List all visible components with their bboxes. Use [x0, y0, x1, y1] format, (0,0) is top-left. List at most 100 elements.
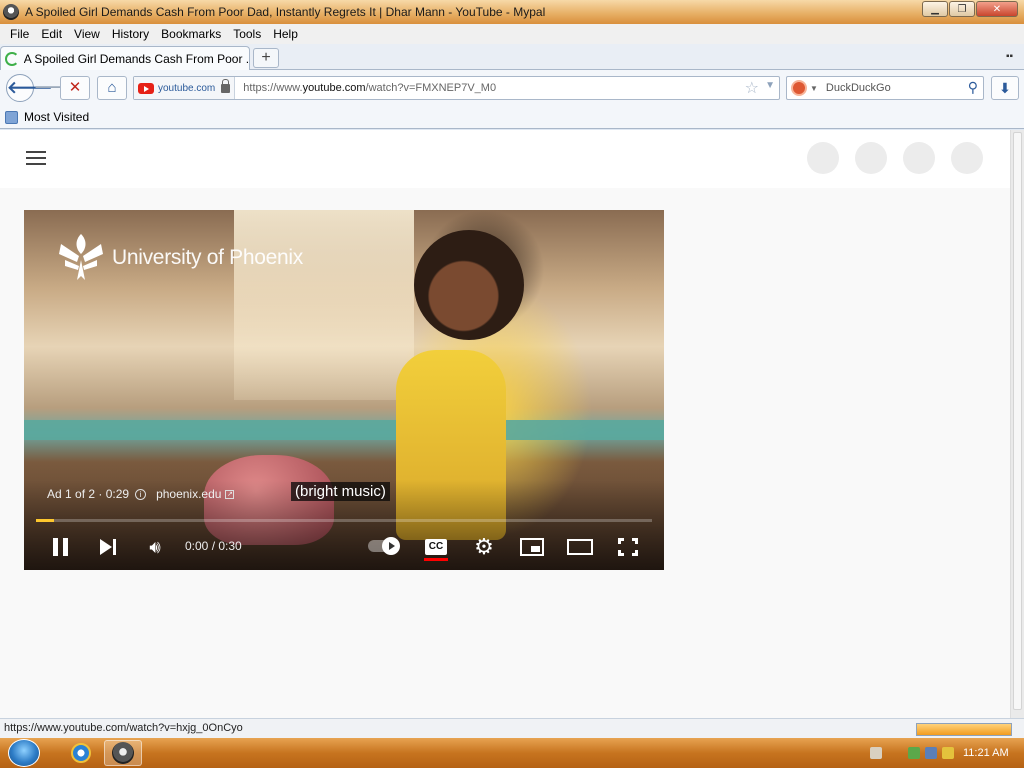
subtitles-button[interactable]: CC [422, 533, 450, 561]
volume-tray-icon[interactable] [942, 747, 954, 759]
duckduckgo-icon[interactable] [791, 80, 807, 96]
url-dropdown-icon[interactable]: ▼ [765, 80, 775, 91]
caption-text: (bright music) [291, 482, 390, 501]
maximize-button[interactable]: ❐ [949, 1, 975, 17]
cc-icon: CC [425, 539, 447, 555]
url-prefix: https://www. [243, 82, 303, 94]
miniplayer-button[interactable] [518, 533, 546, 561]
minimize-button[interactable]: ▁ [922, 1, 948, 17]
scrollbar-thumb[interactable] [1013, 132, 1022, 710]
header-placeholder-4 [951, 142, 983, 174]
video-scene-counter [24, 420, 664, 440]
taskbar-ie[interactable] [62, 740, 100, 766]
network-tray-icon[interactable] [925, 747, 937, 759]
internet-explorer-icon [71, 743, 91, 763]
next-button[interactable] [94, 533, 122, 561]
video-player[interactable]: University of Phoenix Ad 1 of 2 · 0:29 i… [24, 210, 664, 570]
header-placeholder-1 [807, 142, 839, 174]
back-button[interactable]: 🡐 [6, 74, 53, 102]
status-url: https://www.youtube.com/watch?v=hxjg_0On… [4, 722, 243, 734]
search-engine-dropdown-icon[interactable]: ▼ [810, 84, 818, 93]
menu-bookmarks[interactable]: Bookmarks [155, 27, 227, 41]
miniplayer-icon [520, 538, 544, 556]
ad-info: Ad 1 of 2 · 0:29 i phoenix.edu ↗ [47, 487, 235, 501]
time-display: 0:00 / 0:30 [185, 539, 242, 553]
new-tab-button[interactable]: + [253, 48, 279, 68]
progress-bar[interactable] [36, 519, 652, 522]
youtube-header [0, 130, 1010, 188]
next-icon [100, 539, 116, 555]
menu-history[interactable]: History [106, 27, 155, 41]
header-placeholder-2 [855, 142, 887, 174]
window-controls: ▁ ❐ ✕ [922, 1, 1018, 17]
tab-strip: A Spoiled Girl Demands Cash From Poor ..… [0, 44, 1024, 70]
fullscreen-button[interactable] [614, 533, 642, 561]
page-load-progress [916, 723, 1012, 736]
site-identity[interactable]: youtube.com [134, 77, 236, 99]
video-scene-girl-head [414, 230, 524, 340]
url-path: /watch?v=FMXNEP7V_M0 [365, 82, 497, 94]
menu-view[interactable]: View [68, 27, 106, 41]
cc-active-indicator [424, 558, 448, 561]
menu-edit[interactable]: Edit [35, 27, 68, 41]
info-icon[interactable]: i [135, 488, 147, 500]
volume-icon: 🔊︎ [149, 536, 161, 557]
pause-button[interactable] [46, 533, 74, 561]
gear-icon: ⚙ [474, 534, 494, 559]
settings-button[interactable]: ⚙ [470, 533, 498, 561]
mute-button[interactable]: 🔊︎ [141, 533, 169, 561]
menu-help[interactable]: Help [267, 27, 304, 41]
bookmark-most-visited[interactable]: Most Visited [24, 110, 89, 124]
url-text[interactable]: https://www.youtube.com/watch?v=FMXNEP7V… [243, 82, 496, 94]
mypal-app-icon [3, 4, 19, 20]
system-clock[interactable]: 11:21 AM [963, 747, 1009, 759]
address-bar[interactable]: youtube.com https://www.youtube.com/watc… [133, 76, 780, 100]
home-button[interactable]: ⌂ [97, 76, 127, 100]
progress-fill [36, 519, 55, 522]
header-placeholder-3 [903, 142, 935, 174]
ad-link[interactable]: phoenix.edu [156, 487, 221, 501]
hamburger-menu-icon[interactable] [26, 150, 46, 166]
navigation-toolbar: 🡐 🡒 ✕ ⌂ youtube.com https://www.youtube.… [0, 70, 1024, 106]
ad-brand-text: University of Phoenix [112, 246, 303, 269]
autoplay-toggle[interactable] [368, 537, 400, 555]
site-name: youtube.com [158, 82, 216, 94]
mypal-icon [112, 742, 134, 764]
search-input[interactable]: DuckDuckGo [826, 82, 891, 94]
menu-file[interactable]: File [4, 27, 35, 41]
bookmark-star-icon[interactable]: ☆ [745, 78, 759, 98]
downloads-button[interactable]: ⬇ [991, 76, 1019, 100]
tab-list-icon[interactable]: ▪▪ [1006, 51, 1018, 63]
bookmarks-toolbar: Most Visited [0, 106, 1024, 129]
title-bar: A Spoiled Girl Demands Cash From Poor Da… [0, 0, 1024, 24]
forward-button[interactable]: 🡒 [34, 78, 74, 98]
start-button[interactable] [8, 739, 40, 767]
taskbar: 11:21 AM [0, 738, 1024, 768]
stop-button[interactable]: ✕ [60, 76, 90, 100]
action-center-tray-icon[interactable] [908, 747, 920, 759]
search-icon[interactable]: ⚲ [968, 79, 978, 96]
most-visited-icon [5, 110, 18, 124]
fullscreen-icon [618, 538, 638, 556]
tab-active[interactable]: A Spoiled Girl Demands Cash From Poor ..… [0, 46, 250, 70]
taskbar-mypal[interactable] [104, 740, 142, 766]
vertical-scrollbar[interactable] [1010, 130, 1024, 718]
url-host: youtube.com [302, 82, 366, 94]
keyboard-tray-icon[interactable] [870, 747, 882, 759]
theater-icon [567, 539, 593, 555]
video-scene-window [234, 210, 414, 400]
status-bar: https://www.youtube.com/watch?v=hxjg_0On… [0, 718, 1024, 738]
theater-mode-button[interactable] [566, 533, 594, 561]
pause-icon [52, 538, 68, 556]
page-content: University of Phoenix Ad 1 of 2 · 0:29 i… [0, 130, 1010, 718]
window-title: A Spoiled Girl Demands Cash From Poor Da… [25, 5, 546, 19]
menu-tools[interactable]: Tools [227, 27, 267, 41]
close-window-button[interactable]: ✕ [976, 1, 1018, 17]
external-link-icon[interactable]: ↗ [225, 489, 235, 499]
search-bar[interactable]: ▼ DuckDuckGo ⚲ [786, 76, 984, 100]
autoplay-play-icon [382, 537, 400, 555]
ad-counter: Ad 1 of 2 · 0:29 [47, 487, 130, 501]
youtube-favicon-icon [138, 82, 154, 94]
phoenix-logo-icon [59, 234, 103, 280]
menu-bar: File Edit View History Bookmarks Tools H… [0, 24, 1024, 44]
